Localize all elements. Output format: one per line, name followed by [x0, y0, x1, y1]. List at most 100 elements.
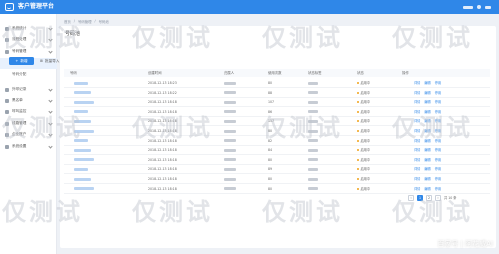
status-badge: 启用中 [357, 91, 370, 95]
status-badge: 启用中 [357, 100, 370, 104]
created-time: 2018-12-13 18:18 [148, 167, 177, 172]
sidebar-item[interactable]: 号码分配 [0, 69, 57, 80]
sidebar-item[interactable]: 线路管理 [0, 118, 57, 129]
status-dot-icon [357, 187, 359, 190]
row-action-link[interactable]: 停用 [435, 148, 441, 152]
page-button[interactable]: 1 [417, 194, 423, 201]
row-action-link[interactable]: 详情 [414, 81, 420, 85]
plus-icon: + [15, 59, 19, 63]
sidebar-item[interactable]: 黑名单 [0, 95, 57, 106]
row-action-link[interactable]: 编辑 [424, 148, 430, 152]
row-actions: 详情 编辑 停用 [414, 148, 441, 152]
row-action-link[interactable]: 编辑 [424, 187, 430, 191]
sidebar-item[interactable]: 流程处理 [0, 34, 57, 45]
chevron-down-icon [48, 132, 53, 137]
row-action-link[interactable]: 停用 [435, 187, 441, 191]
row-action-link[interactable]: 停用 [435, 177, 441, 181]
user-area[interactable] [463, 4, 491, 10]
row-actions: 详情 编辑 停用 [414, 177, 441, 181]
row-action-link[interactable]: 停用 [435, 110, 441, 114]
status-dot-icon [357, 130, 359, 132]
breadcrumb-item[interactable]: 首页 [64, 19, 71, 24]
sidebar-item[interactable]: 外呼记录 [0, 84, 57, 95]
created-time: 2018-12-13 18:18 [148, 148, 177, 153]
top-bar: 客户管理平台 [0, 0, 499, 14]
row-action-link[interactable]: 编辑 [424, 100, 430, 104]
row-action-link[interactable]: 编辑 [424, 177, 430, 181]
call-icon [5, 87, 9, 92]
row-action-link[interactable]: 详情 [414, 148, 420, 152]
created-time: 2018-12-13 18:18 [148, 186, 177, 191]
phone-icon [5, 49, 9, 54]
breadcrumb: 首页 / 号码管理 / 号码池 [64, 19, 109, 24]
use-count: 86 [268, 109, 273, 114]
table-row: 2018-12-13 18:18 80 启用中 详情 编辑 停用 [64, 184, 490, 194]
status-dot-icon [357, 82, 359, 84]
row-actions: 详情 编辑 停用 [414, 81, 441, 85]
next-page-button[interactable]: › [435, 194, 441, 201]
row-action-link[interactable]: 详情 [414, 129, 420, 133]
row-action-link[interactable]: 编辑 [424, 129, 430, 133]
sidebar-item-label: 呼叫监控 [12, 109, 27, 113]
add-button[interactable]: + 新增 [9, 57, 34, 65]
sidebar-item-label: 号码管理 [12, 49, 27, 53]
prev-page-button[interactable]: ‹ [408, 194, 414, 201]
page-button[interactable]: 2 [426, 194, 432, 201]
masked-number [74, 187, 94, 191]
status-text: 启用中 [360, 119, 371, 124]
row-action-link[interactable]: 详情 [414, 91, 420, 95]
row-action-link[interactable]: 编辑 [424, 119, 430, 123]
breadcrumb-item[interactable]: 号码管理 [78, 19, 92, 24]
sidebar-item[interactable]: 企业账户 [0, 129, 57, 140]
avatar[interactable] [477, 5, 481, 9]
row-action-link[interactable]: 停用 [435, 167, 441, 171]
row-action-link[interactable]: 编辑 [424, 158, 430, 162]
column-header: 操作 [402, 71, 409, 75]
row-action-link[interactable]: 详情 [414, 187, 420, 191]
row-action-link[interactable]: 编辑 [424, 110, 430, 114]
user-name[interactable] [463, 5, 473, 9]
column-header: 号码 [70, 71, 77, 75]
row-action-link[interactable]: 编辑 [424, 167, 430, 171]
masked-tag [308, 100, 318, 104]
sidebar-item[interactable]: 呼叫监控 [0, 106, 57, 117]
row-action-link[interactable]: 停用 [435, 91, 441, 95]
row-action-link[interactable]: 停用 [435, 81, 441, 85]
sidebar-item[interactable]: 号码管理 [0, 46, 57, 57]
import-button[interactable]: ⊞ 批量导入 [38, 57, 68, 65]
row-action-link[interactable]: 详情 [414, 158, 420, 162]
masked-owner [224, 129, 236, 133]
row-action-link[interactable]: 编辑 [424, 81, 430, 85]
use-count: 80 [268, 186, 273, 191]
masked-owner [224, 81, 236, 85]
row-action-link[interactable]: 编辑 [424, 139, 430, 143]
sidebar-item-label: 黑名单 [12, 98, 23, 102]
logout-link[interactable] [485, 5, 491, 9]
masked-number [74, 139, 88, 143]
sidebar-item[interactable]: 系统设置 [0, 141, 57, 152]
row-action-link[interactable]: 停用 [435, 139, 441, 143]
row-action-link[interactable]: 编辑 [424, 91, 430, 95]
logo-icon [5, 3, 14, 11]
status-badge: 启用中 [357, 148, 370, 152]
row-action-link[interactable]: 停用 [435, 129, 441, 133]
row-action-link[interactable]: 详情 [414, 119, 420, 123]
table-row: 2018-12-13 18:23 80 启用中 详情 编辑 停用 [64, 78, 490, 88]
status-dot-icon [357, 149, 359, 152]
masked-tag [308, 187, 318, 191]
status-text: 启用中 [360, 109, 371, 114]
masked-number [74, 167, 88, 171]
row-action-link[interactable]: 详情 [414, 139, 420, 143]
row-action-link[interactable]: 停用 [435, 158, 441, 162]
row-action-link[interactable]: 详情 [414, 100, 420, 104]
sidebar-item-label: 外呼记录 [12, 87, 27, 91]
row-action-link[interactable]: 详情 [414, 167, 420, 171]
row-action-link[interactable]: 停用 [435, 119, 441, 123]
status-dot-icon [357, 158, 359, 161]
sidebar-item[interactable]: 系统统计 [0, 23, 57, 34]
row-action-link[interactable]: 停用 [435, 100, 441, 104]
row-action-link[interactable]: 详情 [414, 110, 420, 114]
row-action-link[interactable]: 详情 [414, 177, 420, 181]
created-time: 2018-12-13 18:18 [148, 157, 177, 162]
created-time: 2018-12-13 18:22 [148, 90, 177, 95]
